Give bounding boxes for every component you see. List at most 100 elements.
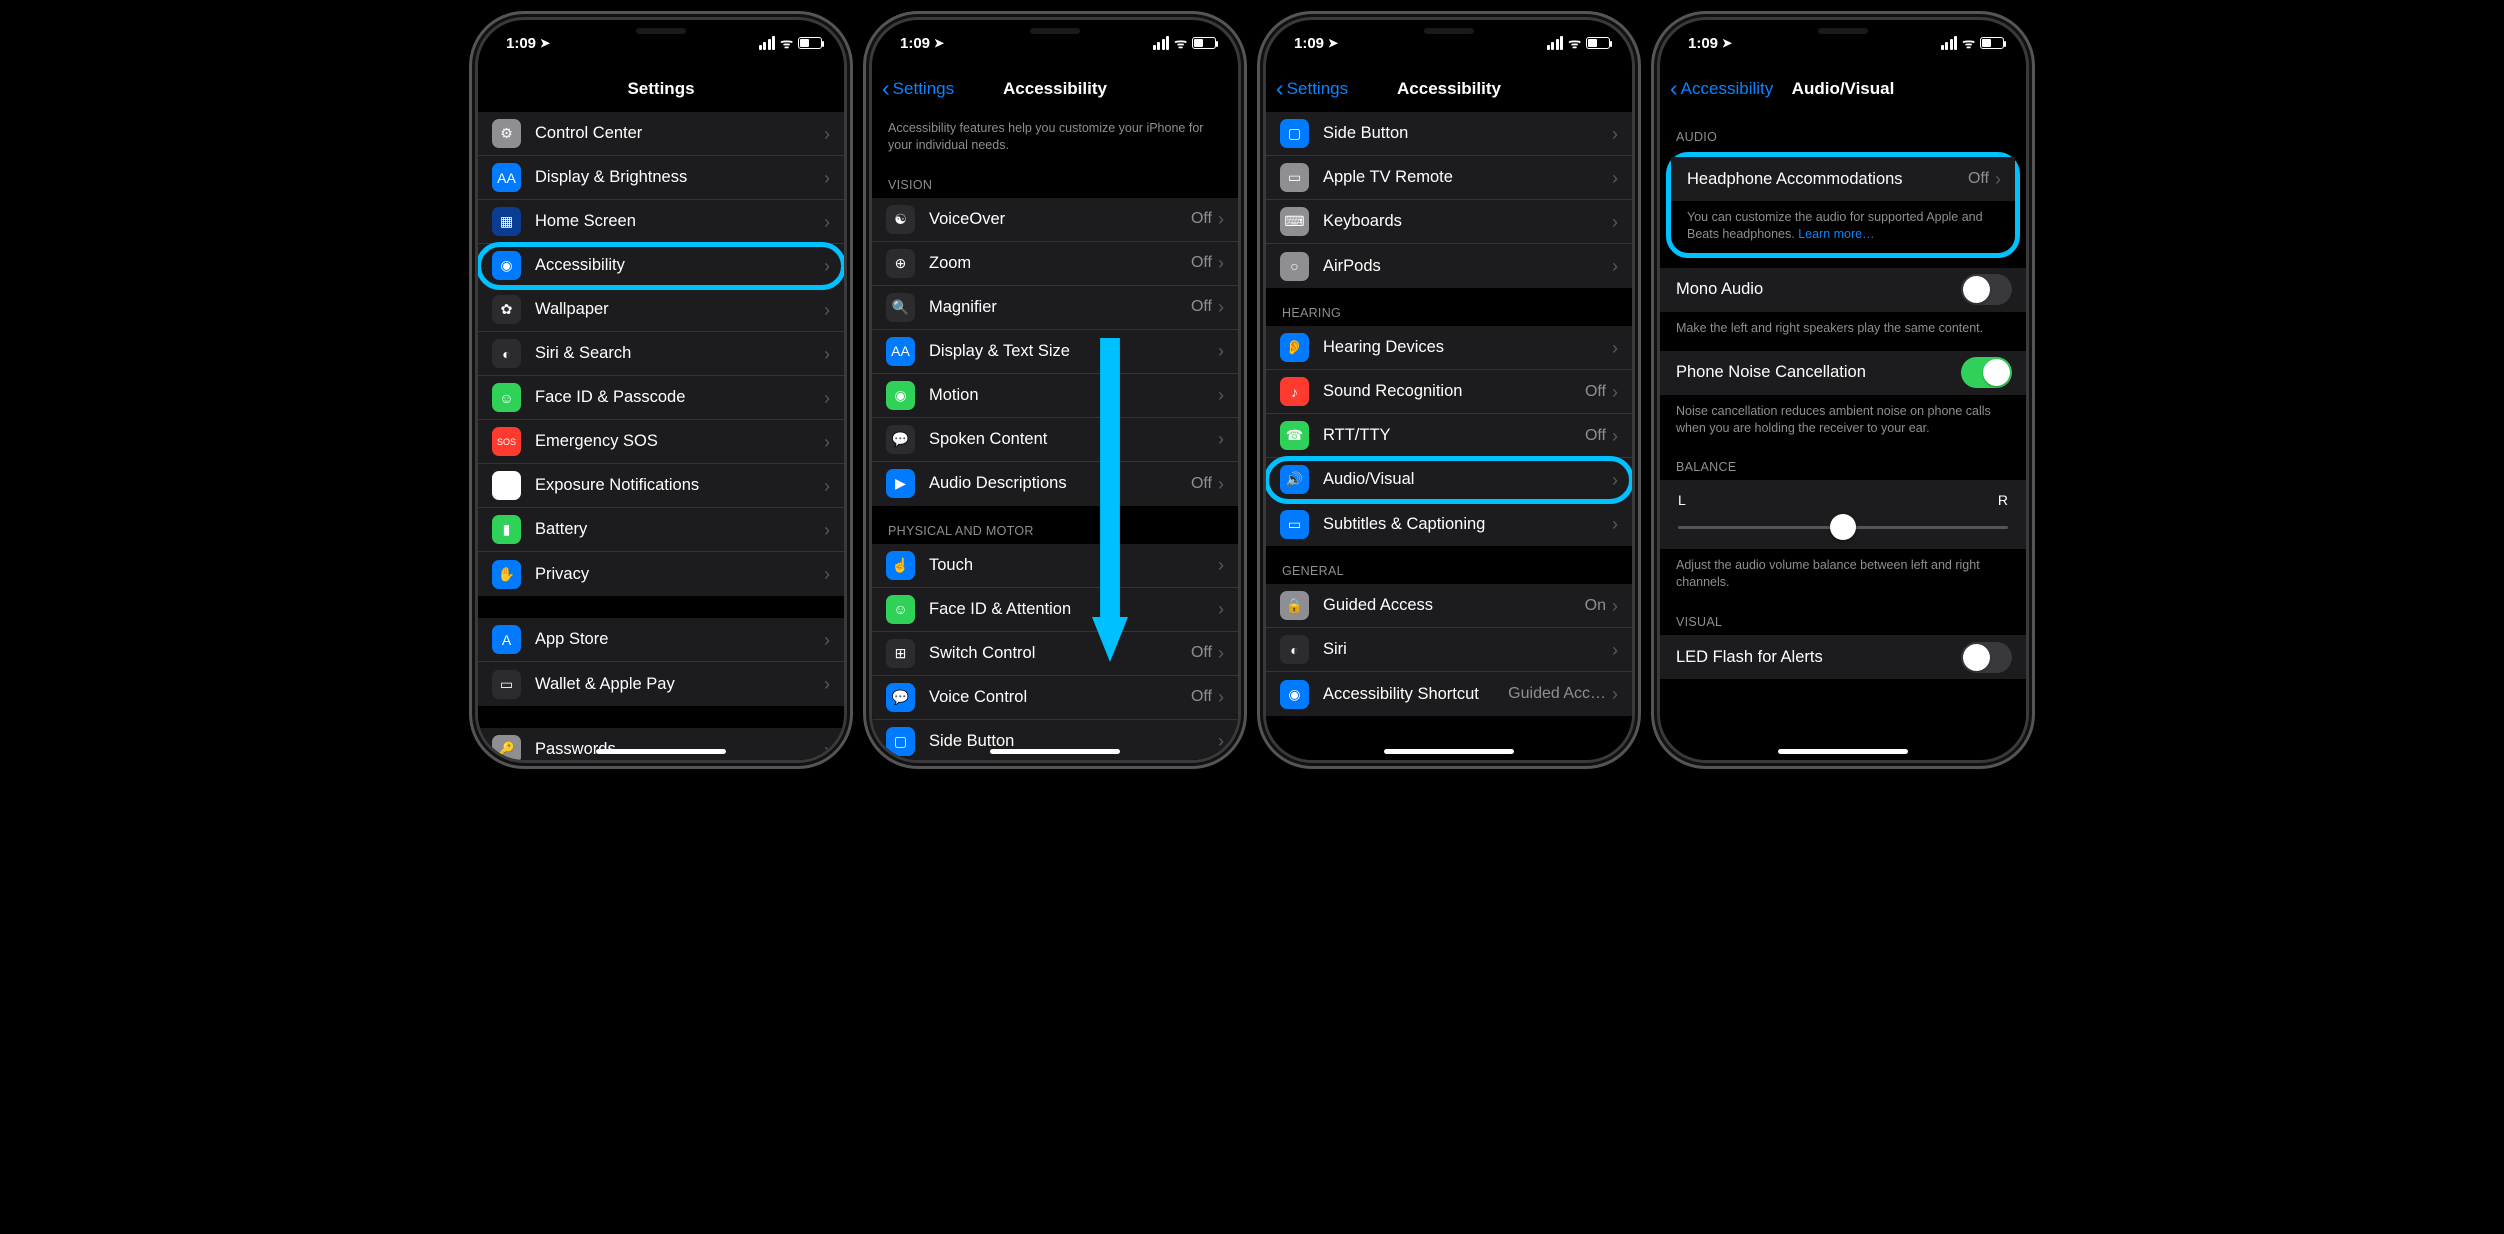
chevron-right-icon: › [824,345,830,363]
section-audio: AUDIO [1660,112,2026,150]
row-mono-audio[interactable]: Mono Audio [1660,268,2026,312]
chevron-right-icon: › [824,213,830,231]
settings-row-wallpaper[interactable]: ✿Wallpaper› [478,288,844,332]
motor-row-airpods[interactable]: ○AirPods› [1266,244,1632,288]
chevron-right-icon: › [824,631,830,649]
face-id-attention-icon: ☺ [886,595,915,624]
home-indicator[interactable] [1778,749,1908,754]
row-label: Guided Access [1323,596,1585,615]
face-id-passcode-icon: ☺ [492,383,521,412]
motor-row-side-button[interactable]: ▢Side Button› [1266,112,1632,156]
balance-labels: L R [1678,492,2008,508]
led-toggle[interactable] [1961,642,2012,673]
section-motor: PHYSICAL AND MOTOR [872,506,1238,544]
settings-row-wallet-apple-pay[interactable]: ▭Wallet & Apple Pay› [478,662,844,706]
mono-desc: Make the left and right speakers play th… [1660,312,2026,343]
row-value: Off [1191,688,1212,706]
noise-toggle[interactable] [1961,357,2012,388]
vision-row-motion[interactable]: ◉Motion› [872,374,1238,418]
back-button[interactable]: ‹Accessibility [1670,66,1773,112]
row-label: Hearing Devices [1323,338,1612,357]
row-label: Siri & Search [535,344,824,363]
row-headphone-accommodations[interactable]: Headphone Accommodations Off › [1671,157,2015,201]
slider-thumb[interactable] [1830,514,1856,540]
guided-access-icon: 🔒 [1280,591,1309,620]
hearing-row-hearing-devices[interactable]: 👂Hearing Devices› [1266,326,1632,370]
general-row-siri[interactable]: ◐Siri› [1266,628,1632,672]
accessibility-icon: ◉ [492,251,521,280]
apple-tv-remote-icon: ▭ [1280,163,1309,192]
vision-row-spoken-content[interactable]: 💬Spoken Content› [872,418,1238,462]
vision-row-audio-descriptions[interactable]: ▶Audio DescriptionsOff› [872,462,1238,506]
chevron-right-icon: › [1612,597,1618,615]
section-visual: VISUAL [1660,597,2026,635]
row-label: App Store [535,630,824,649]
settings-row-app-store[interactable]: AApp Store› [478,618,844,662]
motor-row-apple-tv-remote[interactable]: ▭Apple TV Remote› [1266,156,1632,200]
voice-control-icon: 💬 [886,683,915,712]
chevron-right-icon: › [1218,210,1224,228]
row-label: Zoom [929,254,1191,273]
hearing-row-subtitles-captioning[interactable]: ▭Subtitles & Captioning› [1266,502,1632,546]
chevron-right-icon: › [1218,688,1224,706]
display-text-size-icon: AA [886,337,915,366]
row-value: Off [1191,210,1212,228]
time: 1:09 [1294,35,1324,52]
motor-row-keyboards[interactable]: ⌨Keyboards› [1266,200,1632,244]
settings-row-home-screen[interactable]: ▦Home Screen› [478,200,844,244]
motor-row-voice-control[interactable]: 💬Voice ControlOff› [872,676,1238,720]
learn-more-link[interactable]: Learn more… [1798,227,1874,241]
mono-toggle[interactable] [1961,274,2012,305]
settings-list[interactable]: ⚙︎Control Center›AADisplay & Brightness›… [478,112,844,760]
row-label: Audio Descriptions [929,474,1191,493]
side-button-icon: ▢ [886,727,915,756]
settings-row-control-center[interactable]: ⚙︎Control Center› [478,112,844,156]
balance-right: R [1998,492,2008,508]
vision-row-magnifier[interactable]: 🔍MagnifierOff› [872,286,1238,330]
vision-row-voiceover[interactable]: ☯VoiceOverOff› [872,198,1238,242]
settings-row-passwords[interactable]: 🔑Passwords› [478,728,844,760]
balance-slider[interactable] [1678,526,2008,529]
row-led-flash[interactable]: LED Flash for Alerts [1660,635,2026,679]
motor-row-face-id-attention[interactable]: ☺Face ID & Attention› [872,588,1238,632]
chevron-right-icon: › [824,257,830,275]
row-label: Motion [929,386,1218,405]
settings-row-exposure-notifications[interactable]: ⊚Exposure Notifications› [478,464,844,508]
chevron-right-icon: › [1218,430,1224,448]
settings-row-battery[interactable]: ▮Battery› [478,508,844,552]
settings-row-privacy[interactable]: ✋Privacy› [478,552,844,596]
row-value: Off [1191,298,1212,316]
hearing-row-sound-recognition[interactable]: ♪Sound RecognitionOff› [1266,370,1632,414]
display-brightness-icon: AA [492,163,521,192]
back-button[interactable]: ‹Settings [1276,66,1348,112]
home-indicator[interactable] [990,749,1120,754]
home-indicator[interactable] [596,749,726,754]
settings-row-display-brightness[interactable]: AADisplay & Brightness› [478,156,844,200]
general-row-guided-access[interactable]: 🔒Guided AccessOn› [1266,584,1632,628]
chevron-right-icon: › [1612,685,1618,703]
audio-visual-list[interactable]: AUDIO Headphone Accommodations Off › You… [1660,112,2026,760]
accessibility-list-2[interactable]: ▢Side Button›▭Apple TV Remote›⌨Keyboards… [1266,112,1632,760]
back-button[interactable]: ‹Settings [882,66,954,112]
row-label: Accessibility [535,256,824,275]
home-indicator[interactable] [1384,749,1514,754]
battery-icon [1980,37,2004,49]
vision-row-display-text-size[interactable]: AADisplay & Text Size› [872,330,1238,374]
motor-row-switch-control[interactable]: ⊞Switch ControlOff› [872,632,1238,676]
settings-row-siri-search[interactable]: ◐Siri & Search› [478,332,844,376]
motor-row-touch[interactable]: ☝Touch› [872,544,1238,588]
hearing-row-rtt-tty[interactable]: ☎RTT/TTYOff› [1266,414,1632,458]
switch-control-icon: ⊞ [886,639,915,668]
settings-row-accessibility[interactable]: ◉ Accessibility› [478,244,844,288]
balance-left: L [1678,492,1686,508]
row-label: Subtitles & Captioning [1323,515,1612,534]
hearing-row-audio-visual[interactable]: 🔊Audio/Visual› [1266,458,1632,502]
general-row-accessibility-shortcut[interactable]: ◉Accessibility ShortcutGuided Acc…› [1266,672,1632,716]
settings-row-emergency-sos[interactable]: SOSEmergency SOS› [478,420,844,464]
navbar: ‹Settings Accessibility [872,66,1238,112]
accessibility-list[interactable]: Accessibility features help you customiz… [872,112,1238,760]
settings-row-face-id-passcode[interactable]: ☺Face ID & Passcode› [478,376,844,420]
row-noise-cancellation[interactable]: Phone Noise Cancellation [1660,351,2026,395]
exposure-notifications-icon: ⊚ [492,471,521,500]
vision-row-zoom[interactable]: ⊕ZoomOff› [872,242,1238,286]
